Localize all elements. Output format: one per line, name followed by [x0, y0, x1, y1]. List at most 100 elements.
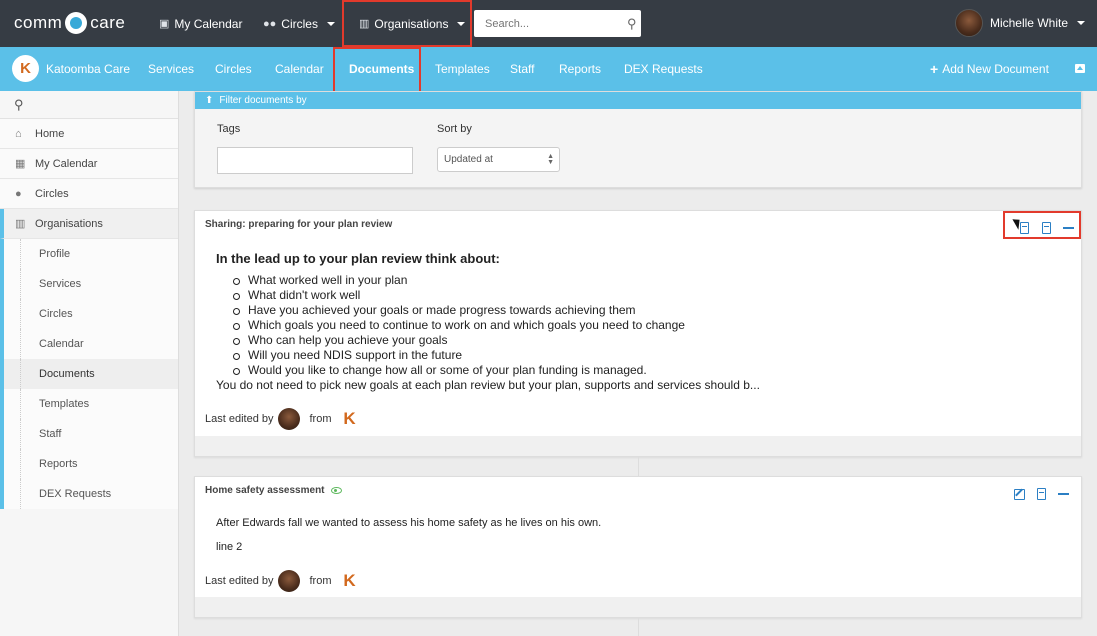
nav-circles-label: Circles [281, 16, 318, 31]
from-label: from [309, 413, 332, 425]
document-card: Home safety assessment After Edwards fal… [194, 476, 1082, 618]
sidebar-subitem-profile[interactable]: Profile [0, 239, 178, 269]
app-logo[interactable]: comm care [14, 11, 125, 35]
tags-input[interactable] [217, 147, 413, 174]
document-title[interactable]: Home safety assessment [205, 485, 342, 496]
highlight-box [342, 0, 472, 47]
logo-text-left: comm [14, 13, 63, 32]
last-edited: Last edited by from K [205, 408, 360, 430]
avatar[interactable] [277, 408, 300, 430]
eye-icon [330, 487, 342, 494]
document-title-text: Home safety assessment [205, 485, 325, 496]
sidebar-item-label: Organisations [35, 217, 103, 230]
org-logo[interactable]: K [340, 571, 360, 591]
calendar-icon: ▦ [15, 158, 26, 170]
list-item: Who can help you achieve your goals [233, 333, 760, 348]
sidebar-subitem-dex-requests[interactable]: DEX Requests [0, 479, 178, 509]
users-icon: ● [15, 187, 22, 200]
add-document-button[interactable]: + Add New Document [930, 47, 1049, 91]
collapse-button[interactable] [1056, 487, 1070, 501]
from-label: from [309, 575, 332, 587]
nav-my-calendar[interactable]: ▣ My Calendar [159, 0, 242, 47]
search-icon[interactable]: ⚲ [14, 97, 24, 113]
search-icon[interactable]: ⚲ [627, 16, 641, 32]
sidebar-subitem-documents[interactable]: Documents [0, 359, 178, 389]
last-edited: Last edited by from K [205, 570, 360, 592]
sidebar-item-circles[interactable]: ● Circles [0, 179, 178, 209]
chevron-down-icon [1077, 21, 1085, 25]
top-bar: comm care ▣ My Calendar ●● Circles ▥ Org… [0, 0, 1097, 47]
search-input[interactable] [474, 10, 627, 37]
arrow-icon: ⬆ [205, 95, 214, 106]
user-name: Michelle White [989, 16, 1068, 30]
calendar-icon: ▣ [159, 18, 170, 30]
org-logo[interactable]: K [12, 55, 39, 82]
document-body: In the lead up to your plan review think… [216, 251, 760, 393]
pdf-button[interactable] [1034, 487, 1048, 501]
sidebar-item-label: My Calendar [35, 157, 98, 170]
filter-header-label: Filter documents by [219, 95, 307, 106]
tab-calendar[interactable]: Calendar [275, 47, 324, 91]
sidebar-subitem-staff[interactable]: Staff [0, 419, 178, 449]
search-box[interactable]: ⚲ [474, 10, 641, 37]
divider [638, 457, 639, 476]
sort-select[interactable]: Updated at ▲ ▼ [437, 147, 560, 172]
document-actions [1004, 487, 1070, 501]
nav-circles[interactable]: ●● Circles [263, 0, 335, 47]
edit-button[interactable] [1012, 487, 1026, 501]
avatar[interactable] [277, 570, 300, 592]
highlight-box [1003, 211, 1081, 239]
collapse-icon[interactable] [1075, 64, 1085, 73]
sidebar-item-my-calendar[interactable]: ▦ My Calendar [0, 149, 178, 179]
list-item: Would you like to change how all or some… [233, 363, 760, 378]
tab-circles[interactable]: Circles [215, 47, 252, 91]
sort-label: Sort by [437, 123, 472, 135]
document-bullet-list: What worked well in your plan What didn'… [233, 273, 760, 378]
last-edited-label: Last edited by [205, 413, 274, 425]
user-menu[interactable]: Michelle White [954, 9, 1085, 37]
filter-header[interactable]: ⬆ Filter documents by [195, 92, 1081, 109]
sidebar-search[interactable]: ⚲ [0, 91, 178, 119]
list-item: Which goals you need to continue to work… [233, 318, 760, 333]
tab-reports[interactable]: Reports [559, 47, 601, 91]
highlight-box [333, 47, 421, 93]
logo-text-right: care [90, 13, 126, 32]
sidebar-subitem-circles[interactable]: Circles [0, 299, 178, 329]
tab-services[interactable]: Services [148, 47, 194, 91]
pdf-icon [1036, 488, 1046, 500]
sidebar-item-organisations[interactable]: ▥ Organisations [0, 209, 178, 239]
org-logo[interactable]: K [340, 409, 360, 429]
tab-dex-requests[interactable]: DEX Requests [624, 47, 703, 91]
home-icon: ⌂ [15, 127, 22, 140]
sidebar-subitem-calendar[interactable]: Calendar [0, 329, 178, 359]
edit-icon [1013, 488, 1025, 500]
last-edited-label: Last edited by [205, 575, 274, 587]
divider [638, 618, 639, 636]
sidebar-subitem-services[interactable]: Services [0, 269, 178, 299]
org-name[interactable]: Katoomba Care [46, 47, 130, 91]
list-item: Have you achieved your goals or made pro… [233, 303, 760, 318]
sidebar-item-home[interactable]: ⌂ Home [0, 119, 178, 149]
building-icon: ▥ [15, 218, 26, 230]
sidebar-subitem-templates[interactable]: Templates [0, 389, 178, 419]
minus-icon [1057, 493, 1069, 495]
card-footer [195, 597, 1081, 617]
sidebar-subitem-reports[interactable]: Reports [0, 449, 178, 479]
document-title[interactable]: Sharing: preparing for your plan review [205, 219, 392, 230]
sidebar-item-label: Home [35, 127, 65, 140]
tab-templates[interactable]: Templates [435, 47, 490, 91]
document-card: Sharing: preparing for your plan review … [194, 210, 1082, 457]
users-icon: ●● [263, 17, 277, 30]
chevron-down-icon [326, 21, 335, 26]
tags-label: Tags [217, 123, 241, 135]
nav-my-calendar-label: My Calendar [174, 16, 243, 31]
list-item: What worked well in your plan [233, 273, 760, 288]
sort-select-value: Updated at [444, 154, 493, 165]
updown-icon: ▲ ▼ [547, 153, 554, 166]
tab-staff[interactable]: Staff [510, 47, 534, 91]
plus-icon: + [930, 61, 939, 77]
sidebar-item-label: Circles [35, 187, 69, 200]
document-heading: In the lead up to your plan review think… [216, 251, 500, 266]
card-footer [195, 436, 1081, 456]
document-paragraph: After Edwards fall we wanted to assess h… [216, 517, 602, 529]
